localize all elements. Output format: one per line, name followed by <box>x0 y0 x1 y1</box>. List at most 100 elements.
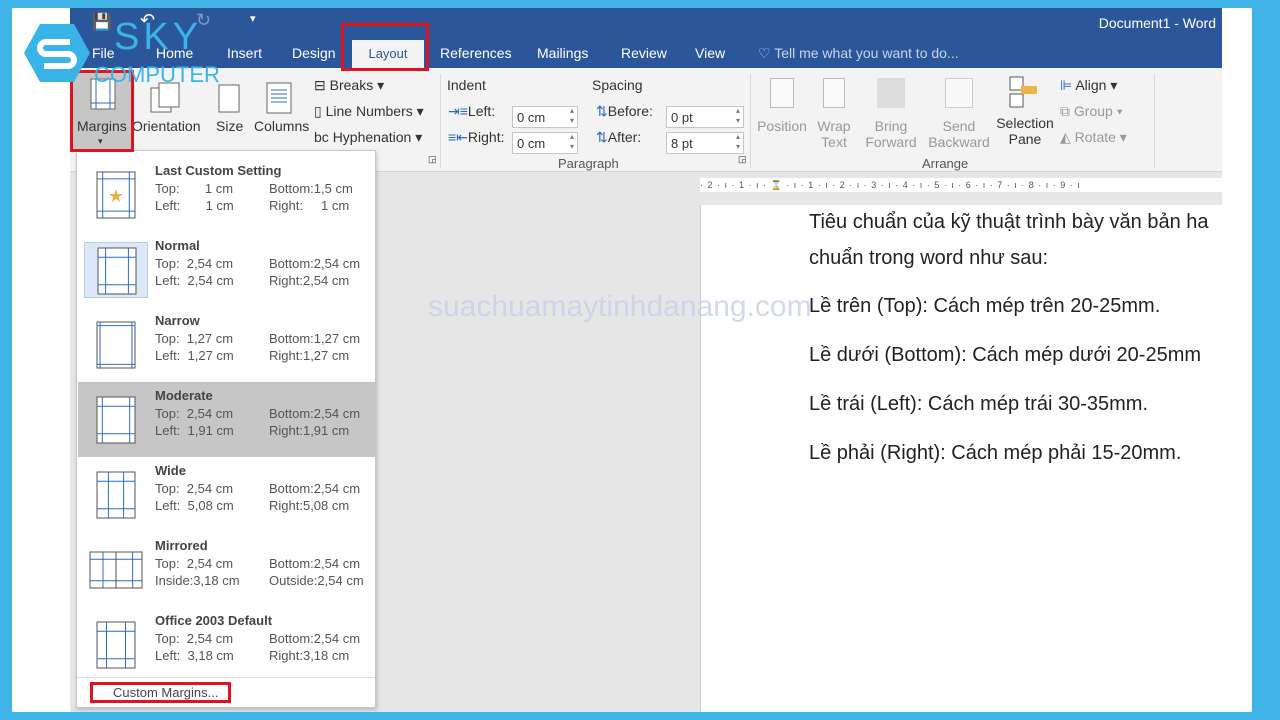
option-name: Normal <box>155 238 200 253</box>
margin-option-moderate[interactable]: Moderate Top: 2,54 cm Bottom:2,54 cm Left… <box>78 382 375 457</box>
narrow-margin-icon <box>84 317 148 373</box>
option-row: Top: 1 cm Bottom:1,5 cm <box>155 181 353 196</box>
option-value: Right:3,18 cm <box>269 648 350 663</box>
position-button[interactable]: Position <box>756 72 808 156</box>
paragraph: Lề dưới (Bottom): Cách mép dưới 20-25mm <box>809 344 1202 366</box>
spacing-after-input[interactable]: 8 pt <box>666 132 744 154</box>
option-value: Bottom:2,54 cm <box>269 556 361 571</box>
lightbulb-icon: ♡ <box>758 45 775 61</box>
wrap-label: Wrap <box>817 118 851 134</box>
align-button[interactable]: ⊫ Align ▾ <box>1060 77 1117 94</box>
spacing-before-label: ⇅Before: <box>596 103 653 119</box>
margin-option-office-2003-default[interactable]: Office 2003 Default Top: 2,54 cm Bottom:2… <box>78 607 375 682</box>
option-row: Left: 5,08 cm Right:5,08 cm <box>155 498 349 513</box>
option-name: Office 2003 Default <box>155 613 273 628</box>
paragraph: Tiêu chuẩn của kỹ thuật trình bày văn bả… <box>809 211 1209 233</box>
paragraph-launcher-icon[interactable]: ◲ <box>738 154 747 165</box>
orientation-label: Orientation <box>132 118 201 134</box>
office2003-margin-icon <box>84 617 148 673</box>
group-button[interactable]: ⧉ Group ▾ <box>1060 103 1123 120</box>
margin-option-mirrored[interactable]: Mirrored Top: 2,54 cm Bottom:2,54 cm Insi… <box>78 532 375 607</box>
spacing-label: Spacing <box>592 77 643 93</box>
option-value: Top: 2,54 cm <box>155 556 234 571</box>
document-page[interactable]: Tiêu chuẩn của kỹ thuật trình bày văn bả… <box>700 205 1222 712</box>
option-value: Bottom:2,54 cm <box>269 256 361 271</box>
tab-mailings[interactable]: Mailings <box>537 45 588 61</box>
page-setup-launcher-icon[interactable]: ◲ <box>428 154 437 165</box>
option-value: Left: 1,91 cm <box>155 423 234 438</box>
option-row: Left: 1 cm Right: 1 cm <box>155 198 349 213</box>
tell-me-text: Tell me what you want to do... <box>774 45 959 61</box>
option-row: Inside:3,18 cm Outside:2,54 cm <box>155 573 364 588</box>
option-row: Left: 3,18 cm Right:3,18 cm <box>155 648 349 663</box>
spacing-before-icon: ⇅ <box>596 103 608 119</box>
spacing-before-input[interactable]: 0 pt <box>666 106 744 128</box>
divider <box>1154 74 1155 168</box>
send-backward-button[interactable]: Send Backward <box>926 72 992 156</box>
line-numbers-button[interactable]: ▯ Line Numbers ▾ <box>314 103 424 120</box>
rotate-button[interactable]: ◭ Rotate ▾ <box>1060 129 1127 146</box>
option-value: Right: 1 cm <box>269 198 350 213</box>
tell-me-search[interactable]: ♡ Tell me what you want to do... <box>758 45 959 62</box>
option-value: Bottom:2,54 cm <box>269 406 361 421</box>
margins-dropdown: ★ Last Custom Setting Top: 1 cm Bottom:1,… <box>76 150 376 708</box>
option-name: Last Custom Setting <box>155 163 282 178</box>
group-icon: ⧉ <box>1060 103 1074 119</box>
divider <box>77 677 375 678</box>
tab-view[interactable]: View <box>695 45 725 61</box>
breaks-button[interactable]: ⊟ Breaks ▾ <box>314 77 384 94</box>
option-name: Moderate <box>155 388 213 403</box>
option-value: Right:1,91 cm <box>269 423 350 438</box>
option-value: Left: 1,27 cm <box>155 348 234 363</box>
option-value: Left: 3,18 cm <box>155 648 234 663</box>
columns-label: Columns <box>254 118 310 134</box>
tab-references[interactable]: References <box>440 45 512 61</box>
margin-option-wide[interactable]: Wide Top: 2,54 cm Bottom:2,54 cm Left: 5,… <box>78 457 375 532</box>
margin-option-narrow[interactable]: Narrow Top: 1,27 cm Bottom:1,27 cm Left: … <box>78 307 375 382</box>
send-label-2: Backward <box>928 134 990 150</box>
selection-pane-button[interactable]: Selection Pane <box>994 72 1056 156</box>
position-icon <box>770 78 794 108</box>
option-row: Top: 1,27 cm Bottom:1,27 cm <box>155 331 360 346</box>
normal-margin-icon <box>84 242 148 298</box>
option-value: Top: 2,54 cm <box>155 631 234 646</box>
svg-text:★: ★ <box>108 186 124 206</box>
horizontal-ruler[interactable]: · 2 · ı · 1 · ı · ⌛ · ı · 1 · ı · 2 · ı … <box>700 178 1222 192</box>
margin-option-normal[interactable]: Normal Top: 2,54 cm Bottom:2,54 cm Left: … <box>78 232 375 307</box>
indent-left-label: ⇥≡Left: <box>448 103 496 119</box>
option-value: Right:5,08 cm <box>269 498 350 513</box>
position-label: Position <box>757 118 807 134</box>
hyphenation-button[interactable]: bc Hyphenation ▾ <box>314 129 422 146</box>
spacing-after-label: ⇅After: <box>596 129 642 145</box>
tab-design[interactable]: Design <box>292 45 336 61</box>
customize-qat-icon[interactable]: ▾ <box>250 12 256 25</box>
indent-left-input[interactable]: 0 cm <box>512 106 578 128</box>
wrap-text-icon <box>823 78 845 108</box>
bring-forward-button[interactable]: Bring Forward <box>860 72 922 156</box>
highlight-layout-tab <box>341 23 429 71</box>
option-row: Left: 1,27 cm Right:1,27 cm <box>155 348 349 363</box>
send-backward-icon <box>945 78 973 108</box>
wrap-label-2: Text <box>821 134 847 150</box>
indent-right-input[interactable]: 0 cm <box>512 132 578 154</box>
size-label: Size <box>216 118 244 134</box>
watermark: suachuamaytinhdanang.com <box>428 290 812 323</box>
margin-option-last-custom-setting[interactable]: ★ Last Custom Setting Top: 1 cm Bottom:1,… <box>78 157 375 232</box>
option-name: Narrow <box>155 313 200 328</box>
indent-left-icon: ⇥≡ <box>448 103 468 119</box>
wrap-text-button[interactable]: Wrap Text <box>814 72 854 156</box>
option-value: Bottom:1,27 cm <box>269 331 361 346</box>
columns-button[interactable]: Columns <box>252 70 312 152</box>
rotate-icon: ◭ <box>1060 129 1075 145</box>
option-value: Right:1,27 cm <box>269 348 350 363</box>
selection-label: Selection <box>996 115 1054 131</box>
option-value: Top: 1 cm <box>155 181 234 196</box>
divider <box>750 74 751 168</box>
option-value: Top: 2,54 cm <box>155 481 234 496</box>
divider <box>440 74 441 168</box>
option-row: Top: 2,54 cm Bottom:2,54 cm <box>155 556 360 571</box>
word-window: 💾 ↶ ↻ ▾ Document1 - Word File Home Inser… <box>70 8 1222 712</box>
paragraph: Lề trái (Left): Cách mép trái 30-35mm. <box>809 393 1149 415</box>
option-row: Left: 2,54 cm Right:2,54 cm <box>155 273 349 288</box>
tab-review[interactable]: Review <box>621 45 667 61</box>
